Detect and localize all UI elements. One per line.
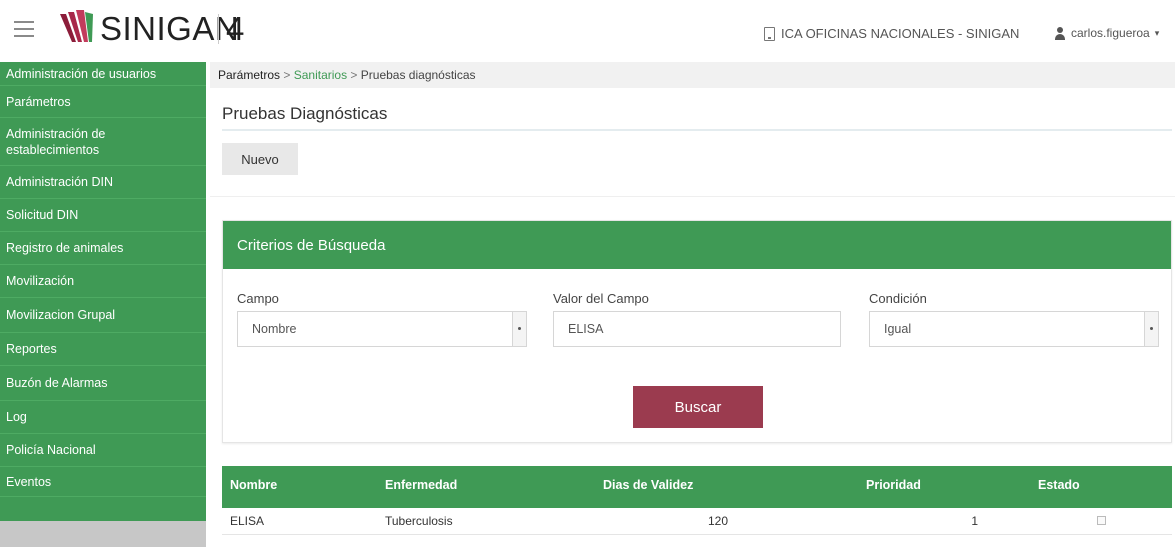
column-header-estado[interactable]: Estado — [1030, 466, 1172, 508]
select-arrow-icon — [512, 312, 526, 346]
breadcrumb-root[interactable]: Parámetros — [218, 68, 280, 82]
breadcrumb: Parámetros > Sanitarios > Pruebas diagnó… — [210, 62, 1175, 88]
sidebar-item-movilizacion[interactable]: Movilización — [0, 265, 206, 298]
cell-nombre: ELISA — [222, 508, 377, 535]
breadcrumb-sanitarios[interactable]: Sanitarios — [294, 68, 347, 82]
condicion-label: Condición — [869, 291, 927, 306]
cell-estado — [1030, 508, 1172, 535]
sinigan-logo-icon — [60, 10, 93, 42]
breadcrumb-separator: > — [347, 68, 361, 82]
brand-version: 4 — [226, 10, 245, 47]
select-arrow-icon — [1144, 312, 1158, 346]
building-icon — [764, 26, 775, 41]
search-panel-title: Criterios de Búsqueda — [223, 221, 1171, 269]
column-header-enfermedad[interactable]: Enfermedad — [377, 466, 595, 508]
results-table: Nombre Enfermedad Dias de Validez Priori… — [222, 466, 1172, 535]
sidebar-item-reportes[interactable]: Reportes — [0, 333, 206, 366]
campo-label: Campo — [237, 291, 279, 306]
sidebar-item-usuarios[interactable]: Administración de usuarios — [0, 62, 206, 86]
sidebar-item-establecimientos[interactable]: Administración de establecimientos — [0, 118, 206, 166]
brand-divider — [218, 14, 219, 44]
search-panel: Criterios de Búsqueda Campo Nombre Valor… — [222, 220, 1172, 443]
sidebar-item-solicitud-din[interactable]: Solicitud DIN — [0, 199, 206, 232]
condicion-select-value: Igual — [884, 322, 912, 336]
breadcrumb-current: Pruebas diagnósticas — [360, 68, 476, 82]
valor-label: Valor del Campo — [553, 291, 649, 306]
valor-input-value: ELISA — [568, 322, 604, 336]
sidebar-item-alarmas[interactable]: Buzón de Alarmas — [0, 366, 206, 401]
cell-dias: 120 — [595, 508, 858, 535]
caret-down-icon: ▾ — [1154, 27, 1160, 38]
campo-select-value: Nombre — [252, 322, 297, 336]
table-row[interactable]: ELISA Tuberculosis 120 1 — [222, 508, 1172, 535]
campo-select[interactable]: Nombre — [237, 311, 527, 347]
sidebar-item-log[interactable]: Log — [0, 401, 206, 434]
column-header-prioridad[interactable]: Prioridad — [858, 466, 1030, 508]
column-header-nombre[interactable]: Nombre — [222, 466, 377, 508]
cell-enfermedad: Tuberculosis — [377, 508, 595, 535]
cell-prioridad: 1 — [858, 508, 1030, 535]
sidebar-item-policia[interactable]: Policía Nacional — [0, 434, 206, 467]
sidebar-item-registro-animales[interactable]: Registro de animales — [0, 232, 206, 265]
sidebar: Administración de usuarios Parámetros Ad… — [0, 62, 206, 547]
title-divider — [222, 129, 1172, 131]
user-icon — [1054, 26, 1066, 40]
sidebar-nav: Administración de usuarios Parámetros Ad… — [0, 62, 206, 521]
search-button[interactable]: Buscar — [633, 386, 763, 428]
sidebar-item-eventos[interactable]: Eventos — [0, 467, 206, 497]
sidebar-item-admin-din[interactable]: Administración DIN — [0, 166, 206, 199]
top-bar: SINIGAN 4 ICA OFICINAS NACIONALES - SINI… — [0, 0, 1175, 62]
page-title: Pruebas Diagnósticas — [222, 104, 388, 123]
new-button[interactable]: Nuevo — [222, 143, 298, 175]
office-label: ICA OFICINAS NACIONALES - SINIGAN — [781, 26, 1020, 41]
sidebar-item-movilizacion-grupal[interactable]: Movilizacion Grupal — [0, 298, 206, 333]
estado-checkbox[interactable] — [1096, 515, 1106, 525]
breadcrumb-separator: > — [280, 68, 294, 82]
user-menu[interactable]: carlos.figueroa ▾ — [1054, 26, 1159, 40]
sidebar-item-parametros[interactable]: Parámetros — [0, 86, 206, 118]
table-header-row: Nombre Enfermedad Dias de Validez Priori… — [222, 466, 1172, 508]
valor-input[interactable]: ELISA — [553, 311, 841, 347]
user-name: carlos.figueroa — [1071, 26, 1150, 40]
condicion-select[interactable]: Igual — [869, 311, 1159, 347]
column-header-dias[interactable]: Dias de Validez — [595, 466, 858, 508]
office-selector[interactable]: ICA OFICINAS NACIONALES - SINIGAN — [764, 26, 1019, 41]
section-divider — [210, 196, 1175, 197]
menu-icon[interactable] — [14, 21, 34, 37]
